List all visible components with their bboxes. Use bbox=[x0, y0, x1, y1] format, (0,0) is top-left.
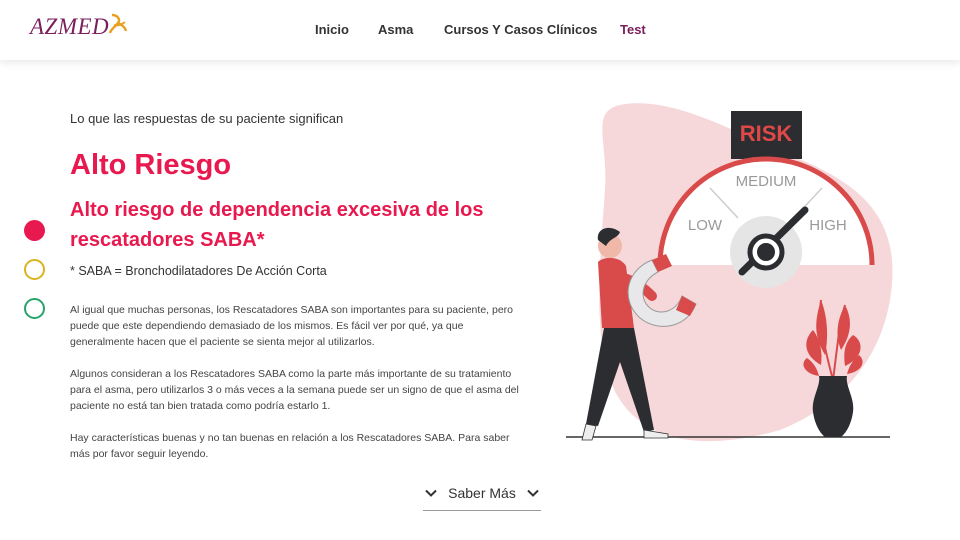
medium-risk-dot[interactable] bbox=[24, 259, 45, 280]
read-more-label: Saber Más bbox=[448, 485, 516, 501]
low-risk-dot[interactable] bbox=[24, 298, 45, 319]
nav-inicio[interactable]: Inicio bbox=[315, 22, 349, 37]
risk-level-indicator bbox=[24, 220, 45, 337]
body-paragraph: Algunos consideran a los Rescatadores SA… bbox=[70, 368, 519, 412]
gauge-label-medium: MEDIUM bbox=[736, 173, 797, 190]
risk-sign-text: RISK bbox=[740, 121, 793, 146]
risk-gauge-illustration: RISK LOW MEDIUM HIGH bbox=[566, 103, 893, 442]
result-subtitle: Alto riesgo de dependencia excesiva de l… bbox=[70, 199, 484, 251]
azmed-logo[interactable]: AZMED bbox=[30, 13, 128, 40]
result-content: Lo que las respuestas de su paciente sig… bbox=[70, 111, 530, 462]
body-paragraph: Hay características buenas y no tan buen… bbox=[70, 432, 510, 460]
logo-ribbon-icon bbox=[109, 13, 128, 34]
chevron-down-icon bbox=[425, 489, 437, 497]
site-header: AZMED Inicio Asma Cursos Y Casos Clínico… bbox=[0, 0, 960, 60]
nav-cursos[interactable]: Cursos Y Casos Clínicos bbox=[444, 22, 597, 37]
body-paragraph: Al igual que muchas personas, los Rescat… bbox=[70, 304, 514, 348]
result-title: Alto Riesgo bbox=[70, 149, 232, 181]
high-risk-dot[interactable] bbox=[24, 220, 45, 241]
gauge-label-low: LOW bbox=[688, 217, 723, 234]
nav-asma[interactable]: Asma bbox=[378, 22, 413, 37]
read-more-button[interactable]: Saber Más bbox=[423, 476, 541, 511]
nav-test[interactable]: Test bbox=[620, 22, 646, 37]
logo-text: AZMED bbox=[30, 14, 110, 39]
chevron-down-icon bbox=[527, 489, 539, 497]
result-kicker: Lo que las respuestas de su paciente sig… bbox=[70, 111, 344, 126]
saba-footnote: * SABA = Bronchodilatadores De Acción Co… bbox=[70, 264, 327, 278]
gauge-label-high: HIGH bbox=[809, 217, 847, 234]
